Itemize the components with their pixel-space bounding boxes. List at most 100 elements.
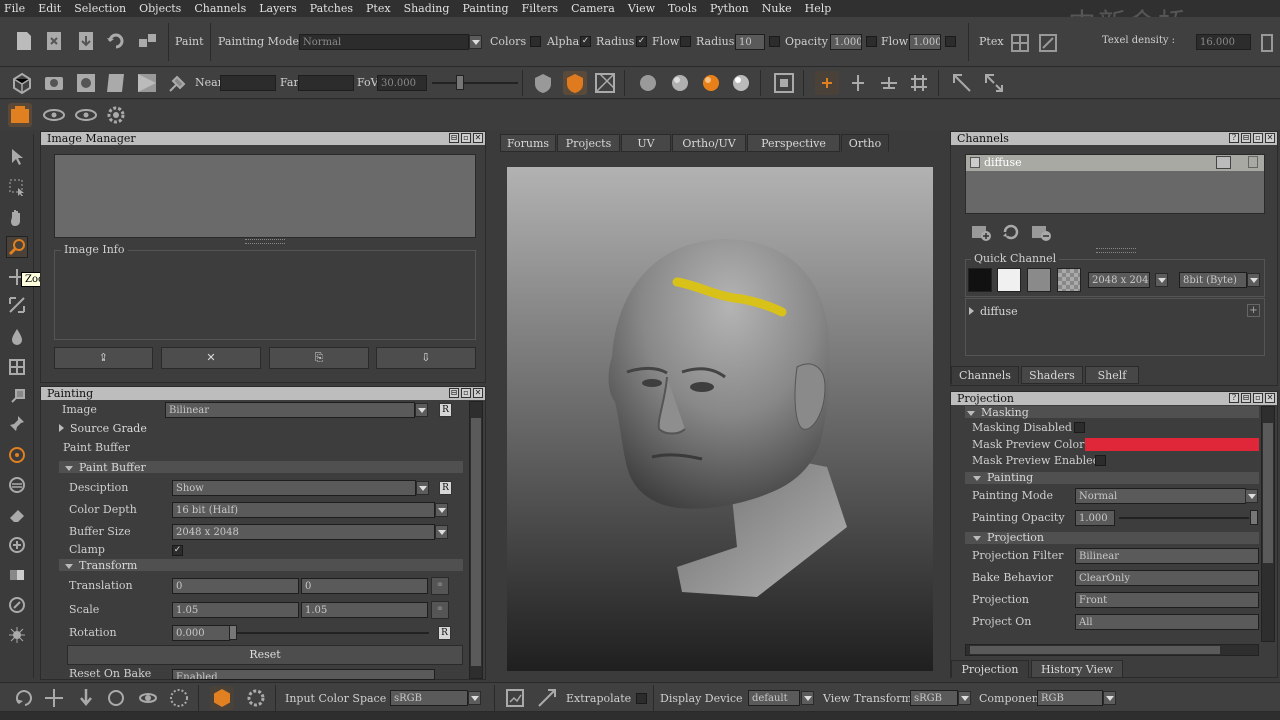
flow-checkbox[interactable] <box>680 36 691 47</box>
rotate-icon[interactable] <box>12 686 36 710</box>
align-middle-icon[interactable] <box>877 71 901 95</box>
menu-patches[interactable]: Patches <box>310 2 353 15</box>
projection-filter-select[interactable]: Bilinear <box>1075 548 1259 564</box>
radius-checkbox[interactable]: ✓ <box>636 36 647 47</box>
pan-hand-icon[interactable] <box>6 206 28 228</box>
channel-size-select[interactable]: 2048 x 2048 <box>1088 272 1150 288</box>
splitter-handle[interactable] <box>1096 248 1136 253</box>
masking-disabled-checkbox[interactable] <box>1074 422 1085 433</box>
pin-icon[interactable] <box>6 412 28 434</box>
projection-tab-history-view[interactable]: History View <box>1031 660 1123 678</box>
extrapolate-checkbox[interactable] <box>636 693 647 704</box>
rotation-slider-track[interactable] <box>233 632 429 634</box>
scale-x-input[interactable]: 1.05 <box>172 602 299 618</box>
viewport-tab-orthouv[interactable]: Ortho/UV <box>672 134 746 152</box>
display-device-select[interactable]: default <box>748 690 800 706</box>
paint-through-icon[interactable] <box>563 71 587 95</box>
orbit-icon[interactable] <box>104 686 128 710</box>
menu-file[interactable]: File <box>4 2 25 15</box>
marquee-select-icon[interactable] <box>6 176 28 198</box>
undo-icon[interactable] <box>104 29 128 53</box>
project-on-select[interactable]: All <box>1075 614 1259 630</box>
menu-channels[interactable]: Channels <box>194 2 246 15</box>
menu-tools[interactable]: Tools <box>668 2 697 15</box>
channel-menu-icon[interactable] <box>1216 156 1231 169</box>
new-file-icon[interactable] <box>12 29 36 53</box>
lasso-icon[interactable] <box>167 686 191 710</box>
gradient-icon[interactable] <box>6 564 28 586</box>
image-filter-reset-button[interactable]: R <box>439 403 452 417</box>
remove-channel-icon[interactable] <box>1029 220 1053 244</box>
extrapolate-icon[interactable] <box>535 686 559 710</box>
flow-pressure-checkbox[interactable] <box>945 36 956 47</box>
source-grade-section[interactable]: Source Grade <box>59 422 147 435</box>
help-icon[interactable]: ? <box>1229 133 1239 143</box>
rotation-input[interactable]: 0.000 <box>172 625 230 641</box>
translation-link-icon[interactable]: ⚭ <box>431 577 449 595</box>
viewport-tab-projects[interactable]: Projects <box>557 134 620 152</box>
alpha-checkbox[interactable]: ✓ <box>580 36 591 47</box>
viewport-tab-ortho[interactable]: Ortho <box>841 134 889 152</box>
sparkle-icon[interactable] <box>6 624 28 646</box>
radius-input[interactable]: 10 <box>735 34 765 50</box>
painting-opacity-input[interactable]: 1.000 <box>1075 510 1115 526</box>
paint-target-icon[interactable] <box>6 444 28 466</box>
painting-mode-dropdown-icon[interactable] <box>469 35 482 49</box>
save-icon[interactable] <box>74 29 98 53</box>
fov-slider-handle[interactable] <box>456 75 464 90</box>
channel-item-diffuse[interactable]: diffuse <box>966 155 1264 171</box>
masking-section[interactable]: Masking <box>967 406 1029 419</box>
opacity-input[interactable]: 1.000 <box>830 34 862 50</box>
add-channel-icon[interactable] <box>969 220 993 244</box>
painting-scrollbar[interactable] <box>469 401 483 679</box>
texture-icon[interactable] <box>593 71 617 95</box>
quick-channel-gray-swatch[interactable] <box>1027 268 1051 292</box>
help-icon[interactable]: ? <box>1229 393 1239 403</box>
quick-channel-black-swatch[interactable] <box>968 268 992 292</box>
fill-icon[interactable] <box>6 534 28 556</box>
mask-preview-color-swatch[interactable] <box>1085 438 1259 451</box>
paint-buffer-icon[interactable] <box>8 103 32 127</box>
settings-cog-icon[interactable] <box>104 103 128 127</box>
menu-nuke[interactable]: Nuke <box>762 2 792 15</box>
close-project-icon[interactable] <box>42 29 66 53</box>
flow-input[interactable]: 1.000 <box>909 34 941 50</box>
menu-shading[interactable]: Shading <box>404 2 450 15</box>
import-image-button[interactable]: ⇪ <box>54 347 153 369</box>
clone-stamp-icon[interactable] <box>6 384 28 406</box>
ptex-grid-icon[interactable] <box>1008 31 1032 55</box>
transform-tool-icon[interactable] <box>950 71 974 95</box>
select-tool-icon[interactable] <box>6 146 28 168</box>
description-reset-button[interactable]: R <box>439 481 452 495</box>
close-panel-icon[interactable]: ✕ <box>1265 133 1275 143</box>
near-input[interactable] <box>220 75 276 91</box>
pin-panel-icon[interactable]: ⊟ <box>449 388 459 398</box>
ortho-viewport[interactable] <box>507 167 933 671</box>
frame-all-icon[interactable] <box>135 71 159 95</box>
align-center-icon[interactable] <box>846 71 870 95</box>
menu-selection[interactable]: Selection <box>74 2 126 15</box>
menu-edit[interactable]: Edit <box>38 2 61 15</box>
translation-x-input[interactable]: 0 <box>172 578 299 594</box>
viewport-tab-uv[interactable]: UV <box>621 134 671 152</box>
reset-button[interactable]: Reset <box>67 645 463 665</box>
texel-density-input[interactable]: 16.000 <box>1196 34 1251 50</box>
menu-ptex[interactable]: Ptex <box>366 2 391 15</box>
scale-y-input[interactable]: 1.05 <box>301 602 428 618</box>
cube-view-icon[interactable] <box>10 71 34 95</box>
painting-mode-select[interactable]: Normal <box>299 34 469 50</box>
eye-icon[interactable] <box>42 103 66 127</box>
grid-tool-icon[interactable] <box>6 356 28 378</box>
ptex-resize-icon[interactable] <box>1036 31 1060 55</box>
component-dropdown-icon[interactable] <box>1103 691 1116 705</box>
menu-painting[interactable]: Painting <box>462 2 508 15</box>
rotate-3d-icon[interactable] <box>136 686 160 710</box>
channel-size-dropdown-icon[interactable] <box>1155 273 1168 287</box>
painting-opacity-slider-handle[interactable] <box>1250 510 1258 525</box>
component-select[interactable]: RGB <box>1037 690 1103 706</box>
reset-view-icon[interactable] <box>74 71 98 95</box>
menu-layers[interactable]: Layers <box>259 2 297 15</box>
lit-shading-icon[interactable] <box>729 71 753 95</box>
pin-panel-icon[interactable]: ⊟ <box>1241 133 1251 143</box>
buffer-size-dropdown-icon[interactable] <box>435 525 448 539</box>
